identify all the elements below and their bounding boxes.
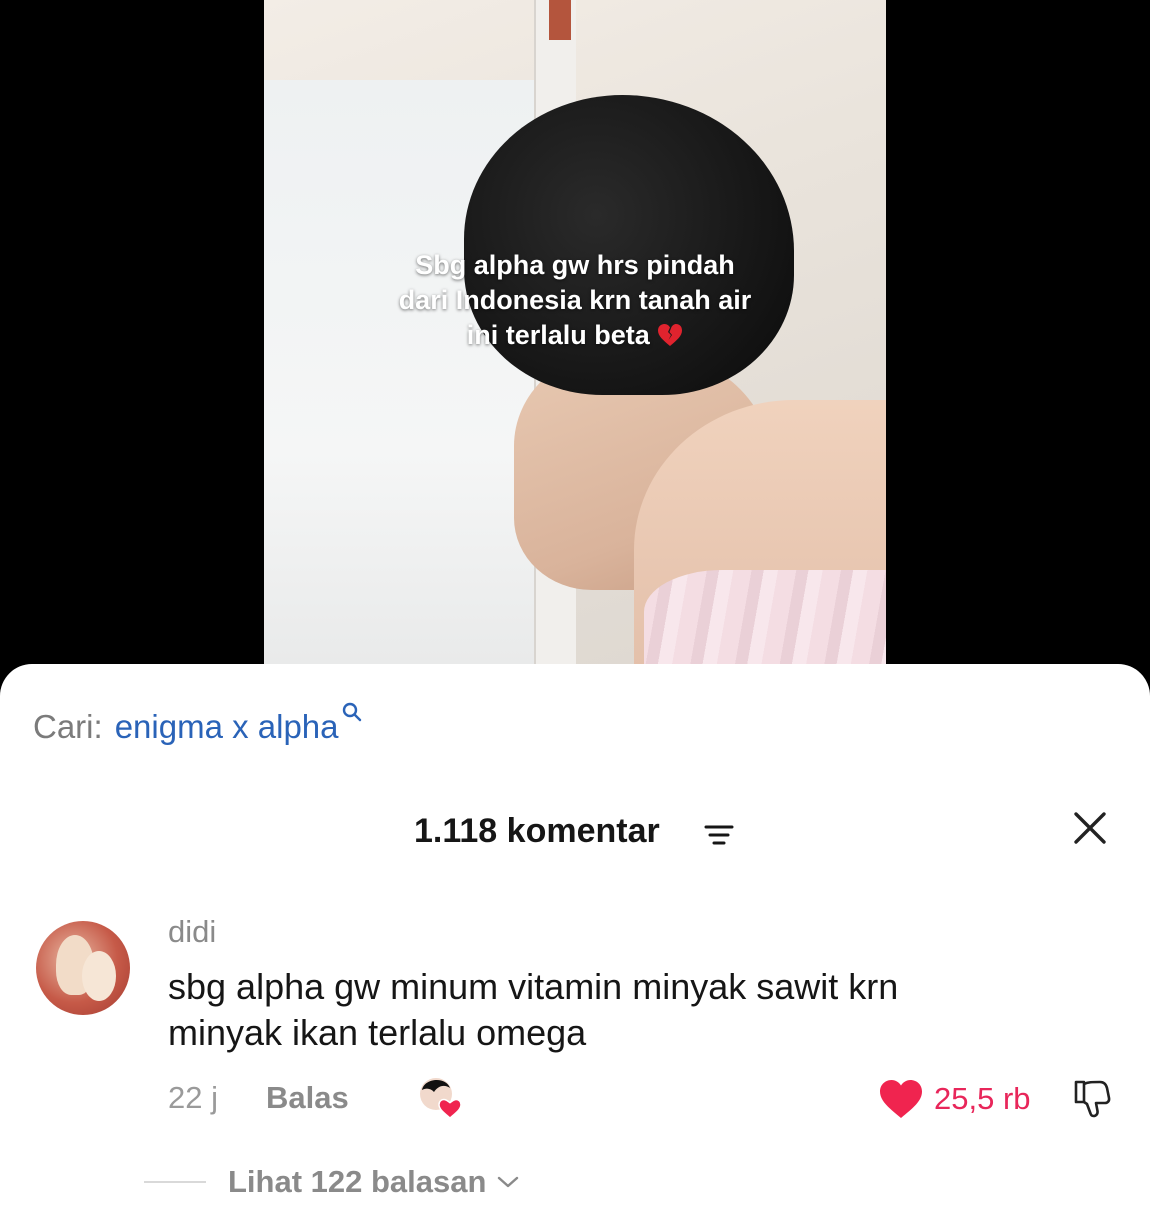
- creator-liked-icon: [420, 1078, 462, 1119]
- view-replies-label: Lihat 122 balasan: [228, 1164, 487, 1199]
- comment-username[interactable]: didi: [168, 914, 216, 950]
- video-caption-line: ini terlalu beta: [264, 318, 886, 353]
- chevron-down-icon: [498, 1176, 519, 1188]
- like-count: 25,5 rb: [934, 1081, 1031, 1116]
- comment-text: sbg alpha gw minum vitamin minyak sawit …: [168, 964, 1068, 1056]
- search-prefix: Cari:: [33, 708, 103, 745]
- comment-time: 22 j: [168, 1080, 218, 1115]
- comment-meta: 22 j Balas 25,5 rb: [168, 1078, 1118, 1120]
- search-suggestion[interactable]: Cari: enigma x alpha: [33, 702, 362, 746]
- video-caption-line: dari Indonesia krn tanah air: [398, 285, 752, 315]
- comments-header: 1.118 komentar: [0, 812, 1150, 852]
- comment-text-line: minyak ikan terlalu omega: [168, 1012, 587, 1053]
- dislike-icon[interactable]: [1070, 1076, 1114, 1120]
- comment-count: 1.118 komentar: [414, 812, 660, 850]
- video-caption: Sbg alpha gw hrs pindah dari Indonesia k…: [264, 248, 886, 353]
- search-icon: [342, 702, 361, 722]
- heart-icon: [880, 1080, 922, 1118]
- replies-divider: [144, 1181, 206, 1183]
- search-query-link[interactable]: enigma x alpha: [115, 708, 339, 746]
- video-player[interactable]: Sbg alpha gw hrs pindah dari Indonesia k…: [0, 0, 1150, 700]
- broken-heart-icon: [658, 324, 683, 346]
- sort-filter-icon[interactable]: [704, 824, 734, 846]
- view-replies-button[interactable]: Lihat 122 balasan: [144, 1164, 520, 1200]
- video-door-detail: [549, 0, 571, 40]
- comments-sheet: Cari: enigma x alpha 1.118 komentar didi…: [0, 664, 1150, 1224]
- reply-button[interactable]: Balas: [266, 1080, 349, 1116]
- comment-text-line: sbg alpha gw minum vitamin minyak sawit …: [168, 966, 899, 1007]
- like-button[interactable]: 25,5 rb: [878, 1078, 1031, 1120]
- video-caption-line: Sbg alpha gw hrs pindah: [415, 250, 735, 280]
- close-icon[interactable]: [1070, 808, 1110, 848]
- video-caption-text: ini terlalu beta: [466, 320, 650, 350]
- avatar-figure: [82, 951, 116, 1001]
- video-frame[interactable]: Sbg alpha gw hrs pindah dari Indonesia k…: [264, 0, 886, 700]
- avatar[interactable]: [36, 921, 130, 1015]
